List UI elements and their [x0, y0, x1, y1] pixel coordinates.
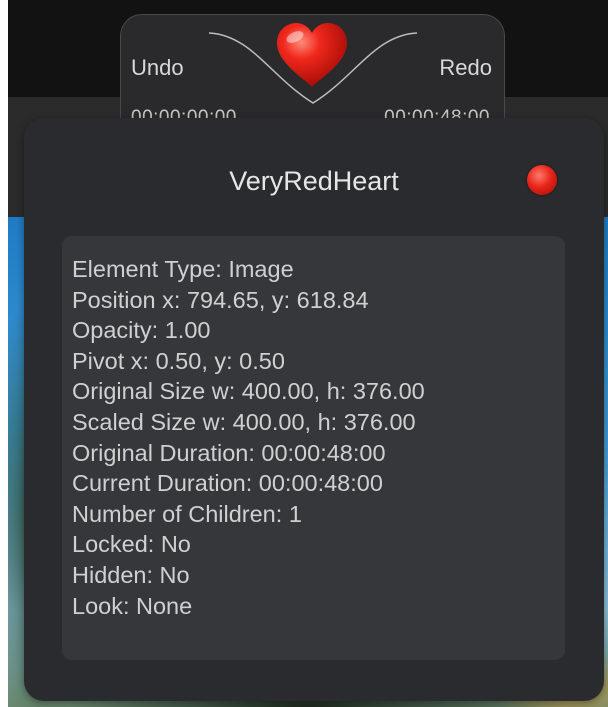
- element-name-title: VeryRedHeart: [229, 166, 399, 196]
- detail-hidden: Hidden: No: [72, 561, 190, 588]
- detail-current-duration: Current Duration: 00:00:48:00: [72, 470, 383, 497]
- detail-element-type: Element Type: Image: [72, 256, 294, 282]
- undo-button[interactable]: Undo: [131, 55, 184, 81]
- app-screen: Undo Redo 00:00:00:00 00:00:48:00 VeryRe…: [0, 0, 608, 707]
- detail-position: Position x: 794.65, y: 618.84: [72, 286, 369, 313]
- detail-original-size: Original Size w: 400.00, h: 376.00: [72, 378, 425, 405]
- detail-pivot: Pivot x: 0.50, y: 0.50: [72, 347, 285, 374]
- element-info-popover: VeryRedHeart Element Type: Image Positio…: [24, 118, 604, 701]
- element-details-box: Element Type: Image Position x: 794.65, …: [62, 236, 565, 660]
- detail-opacity: Opacity: 1.00: [72, 317, 211, 344]
- detail-original-duration: Original Duration: 00:00:48:00: [72, 439, 386, 466]
- popover-arrow: [324, 218, 356, 238]
- detail-scaled-size: Scaled Size w: 400.00, h: 376.00: [72, 408, 416, 435]
- detail-children-count: Number of Children: 1: [72, 500, 302, 527]
- record-indicator-icon[interactable]: [527, 165, 557, 195]
- heart-icon[interactable]: [275, 21, 349, 89]
- redo-button[interactable]: Redo: [439, 55, 492, 81]
- detail-locked: Locked: No: [72, 531, 191, 558]
- detail-look: Look: None: [72, 592, 193, 619]
